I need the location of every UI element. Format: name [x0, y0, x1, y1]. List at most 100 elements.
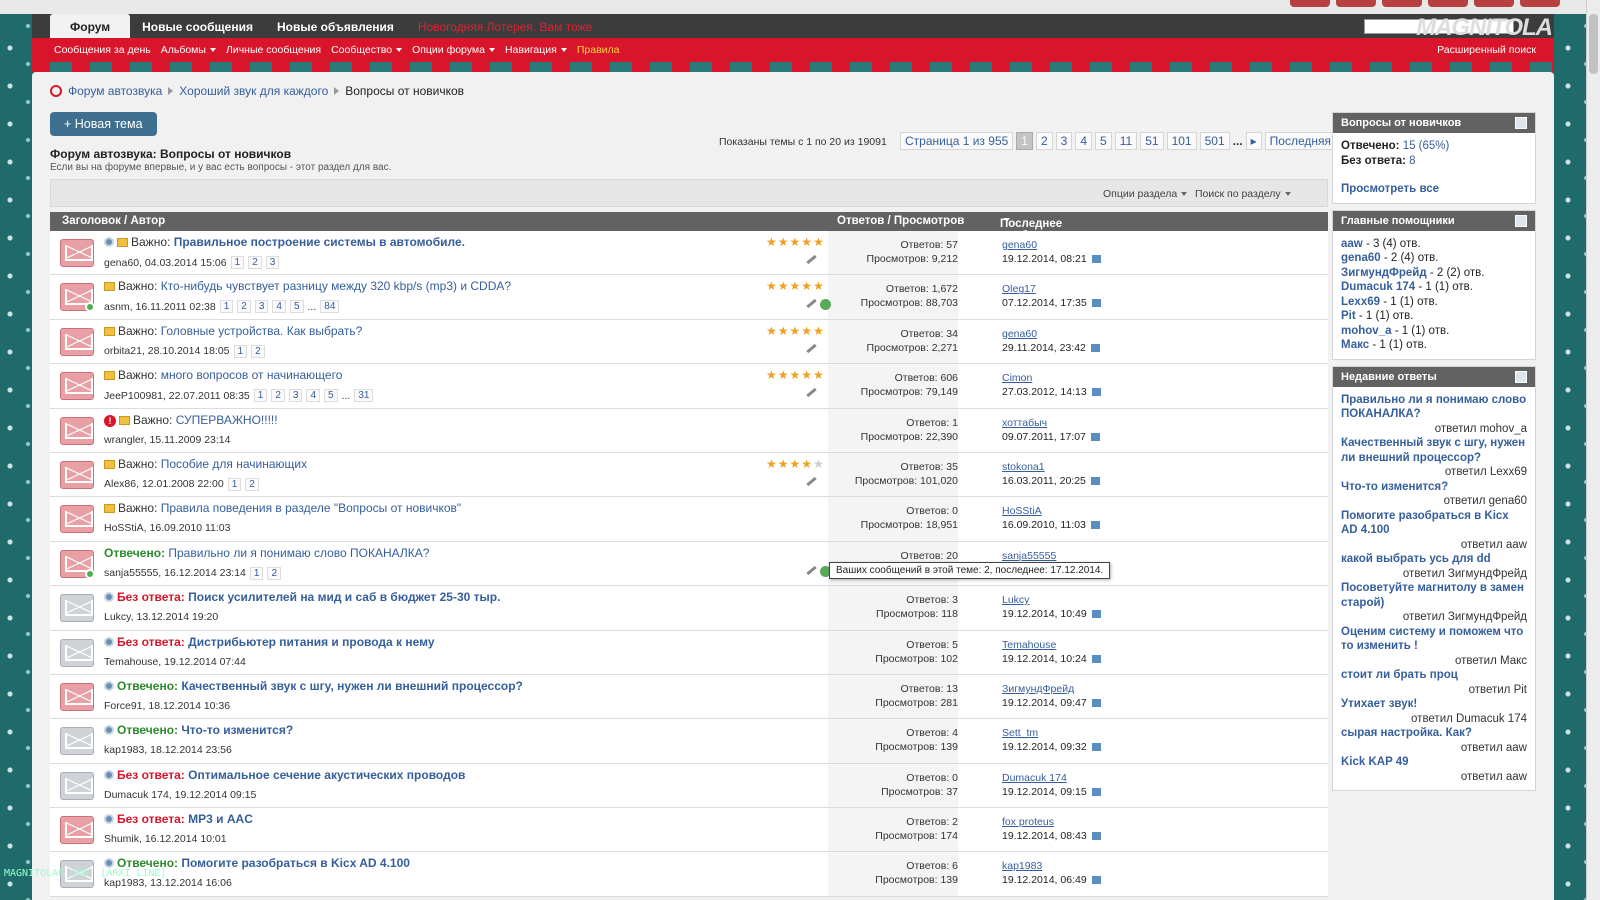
last-post-user[interactable]: Sett_tm — [1002, 727, 1038, 739]
envelope-icon[interactable] — [60, 638, 94, 667]
breadcrumb-category[interactable]: Хороший звук для каждого — [179, 84, 328, 98]
col-stats-header[interactable]: Ответов / Просмотров — [837, 215, 964, 227]
last-post-user[interactable]: Dumacuk 174 — [1002, 772, 1067, 784]
thread-page-link[interactable]: 2 — [237, 300, 251, 314]
subnav-item[interactable]: Личные сообщения — [226, 44, 321, 56]
recent-thread-link[interactable]: стоит ли брать проц — [1341, 668, 1527, 683]
thread-title-link[interactable]: Качественный звук с шгу, нужен ли внешни… — [181, 679, 523, 693]
envelope-icon[interactable] — [60, 771, 94, 800]
go-to-last-post-icon[interactable] — [1091, 743, 1101, 752]
thread-author[interactable]: sanja55555, 16.12.2014 23:14 — [104, 567, 246, 579]
thread-row[interactable]: Важно: Правильное построение системы в а… — [50, 231, 1328, 276]
helper-name[interactable]: ЗигмундФрейд — [1341, 267, 1427, 279]
home-icon[interactable] — [50, 85, 62, 97]
last-post-user[interactable]: fox proteus — [1002, 816, 1054, 828]
thread-author[interactable]: Alex86, 12.01.2008 22:00 — [104, 478, 224, 490]
go-to-last-post-icon[interactable] — [1091, 255, 1101, 263]
thread-title-link[interactable]: Кто-нибудь чувствует разницу между 320 k… — [161, 279, 511, 293]
thread-page-link[interactable]: 2 — [271, 389, 285, 403]
last-post-user[interactable]: Lukcy — [1002, 594, 1029, 606]
page-link[interactable]: 3 — [1055, 132, 1073, 150]
subnav-item[interactable]: Сообщения за день — [54, 44, 151, 56]
thread-row[interactable]: Важно: Пособие для начинающих Alex86, 12.… — [50, 452, 1328, 498]
thread-page-link[interactable]: 1 — [219, 300, 234, 314]
thread-author[interactable]: wrangler, 15.11.2009 23:14 — [104, 434, 231, 446]
thread-row[interactable]: Без ответа: MP3 и AAC Shumik, 16.12.2014 … — [50, 808, 1328, 853]
helper-name[interactable]: Dumacuk 174 — [1341, 281, 1415, 293]
collapse-icon[interactable] — [1515, 214, 1527, 227]
envelope-icon[interactable] — [60, 239, 94, 267]
go-to-last-post-icon[interactable] — [1091, 876, 1101, 885]
thread-page-link[interactable]: 5 — [289, 300, 304, 314]
thread-page-link[interactable]: 1 — [233, 344, 248, 358]
helper-name[interactable]: mohov_a — [1341, 325, 1392, 337]
thread-row[interactable]: Важно: Правила поведения в разделе "Вопр… — [50, 497, 1328, 542]
envelope-icon[interactable] — [60, 416, 94, 445]
forum-options-dropdown[interactable]: Опции раздела — [1103, 188, 1188, 200]
thread-page-link[interactable]: 4 — [306, 389, 321, 403]
envelope-icon[interactable] — [60, 460, 94, 489]
unanswered-value[interactable]: 8 — [1409, 155, 1415, 167]
helper-name[interactable]: Макс — [1341, 339, 1369, 351]
thread-author[interactable]: Shumik, 16.12.2014 10:01 — [104, 833, 227, 845]
tab-new-posts[interactable]: Новые сообщения — [130, 14, 265, 38]
page-link[interactable]: 1 — [1016, 132, 1033, 150]
recent-thread-link[interactable]: Что-то изменится? — [1341, 480, 1527, 495]
last-post-user[interactable]: stokona1 — [1002, 461, 1045, 473]
col-title-header[interactable]: Заголовок / Автор — [62, 215, 165, 227]
envelope-icon[interactable] — [60, 682, 94, 711]
last-page-link[interactable]: Последняя — [1264, 132, 1337, 150]
helper-name[interactable]: gena60 — [1341, 252, 1381, 264]
forum-search-dropdown[interactable]: Поиск по разделу — [1195, 188, 1291, 200]
breadcrumb-forum[interactable]: Форум автозвука — [68, 84, 162, 98]
thread-author[interactable]: Temahouse, 19.12.2014 07:44 — [104, 656, 246, 668]
tab-new-ads[interactable]: Новые объявления — [265, 14, 406, 38]
last-post-user[interactable]: gena60 — [1002, 239, 1037, 251]
envelope-icon[interactable] — [60, 594, 94, 623]
recent-thread-link[interactable]: Kick KAP 49 — [1341, 755, 1527, 770]
last-post-user[interactable]: хоттабыч — [1002, 417, 1047, 429]
subnav-item[interactable]: Правила — [577, 44, 620, 56]
thread-page-link[interactable]: 4 — [272, 300, 286, 314]
thread-page-link[interactable]: 5 — [324, 389, 338, 403]
recent-thread-link[interactable]: Посоветуйте магнитолу в замен старой) — [1341, 581, 1527, 610]
thread-title-link[interactable]: Головные устройства. Как выбрать? — [161, 324, 363, 338]
recent-thread-link[interactable]: Оценим систему и поможем что то изменить… — [1341, 625, 1527, 654]
thread-page-link[interactable]: 3 — [265, 256, 280, 269]
thread-title-link[interactable]: Правильное построение системы в автомоби… — [174, 235, 465, 249]
last-post-user[interactable]: sanja55555 — [1002, 550, 1056, 562]
thread-author[interactable]: JeeP100981, 22.07.2011 08:35 — [104, 390, 250, 402]
subnav-item[interactable]: Опции форума — [412, 44, 495, 56]
thread-page-link[interactable]: 3 — [288, 389, 303, 403]
page-link[interactable]: 11 — [1114, 132, 1138, 150]
page-scrollbar[interactable] — [1586, 0, 1600, 900]
go-to-last-post-icon[interactable] — [1091, 832, 1101, 841]
view-all-link[interactable]: Просмотреть все — [1341, 183, 1439, 195]
advanced-search-link[interactable]: Расширенный поиск — [1437, 44, 1536, 56]
page-link[interactable]: 101 — [1166, 132, 1197, 150]
thread-page-link[interactable]: 84 — [320, 300, 340, 314]
go-to-last-post-icon[interactable] — [1091, 610, 1101, 619]
page-link[interactable]: 5 — [1095, 132, 1112, 150]
thread-row[interactable]: Отвечено: Качественный звук с шгу, нужен… — [50, 674, 1328, 720]
collapse-icon[interactable] — [1515, 370, 1527, 383]
envelope-icon[interactable] — [60, 727, 94, 756]
last-post-user[interactable]: ЗигмундФрейд — [1002, 683, 1074, 695]
envelope-icon[interactable] — [60, 816, 94, 845]
thread-row[interactable]: Важно: Головные устройства. Как выбрать?… — [50, 319, 1328, 365]
subnav-item[interactable]: Сообщество — [331, 44, 403, 56]
thread-author[interactable]: orbita21, 28.10.2014 18:05 — [104, 345, 230, 357]
thread-title-link[interactable]: Помогите разобраться в Kicx AD 4.100 — [181, 856, 410, 870]
thread-title-link[interactable]: Правила поведения в разделе "Вопросы от … — [161, 501, 461, 515]
tab-promo[interactable]: Новогодняя Лотерея. Вам тоже — [406, 14, 604, 38]
last-post-user[interactable]: HoSStiA — [1002, 505, 1042, 517]
recent-thread-link[interactable]: Качественный звук с шгу, нужен ли внешни… — [1341, 436, 1527, 465]
recent-thread-link[interactable]: сырая настройка. Как? — [1341, 726, 1527, 741]
go-to-last-post-icon[interactable] — [1090, 343, 1100, 352]
thread-author[interactable]: HoSStiA, 16.09.2010 11:03 — [104, 522, 230, 534]
new-topic-button[interactable]: + Новая тема — [50, 112, 157, 136]
go-to-last-post-icon[interactable] — [1091, 654, 1101, 663]
tab-forum[interactable]: Форум — [50, 14, 131, 38]
thread-page-link[interactable]: 1 — [230, 256, 245, 269]
envelope-icon[interactable] — [60, 327, 94, 356]
